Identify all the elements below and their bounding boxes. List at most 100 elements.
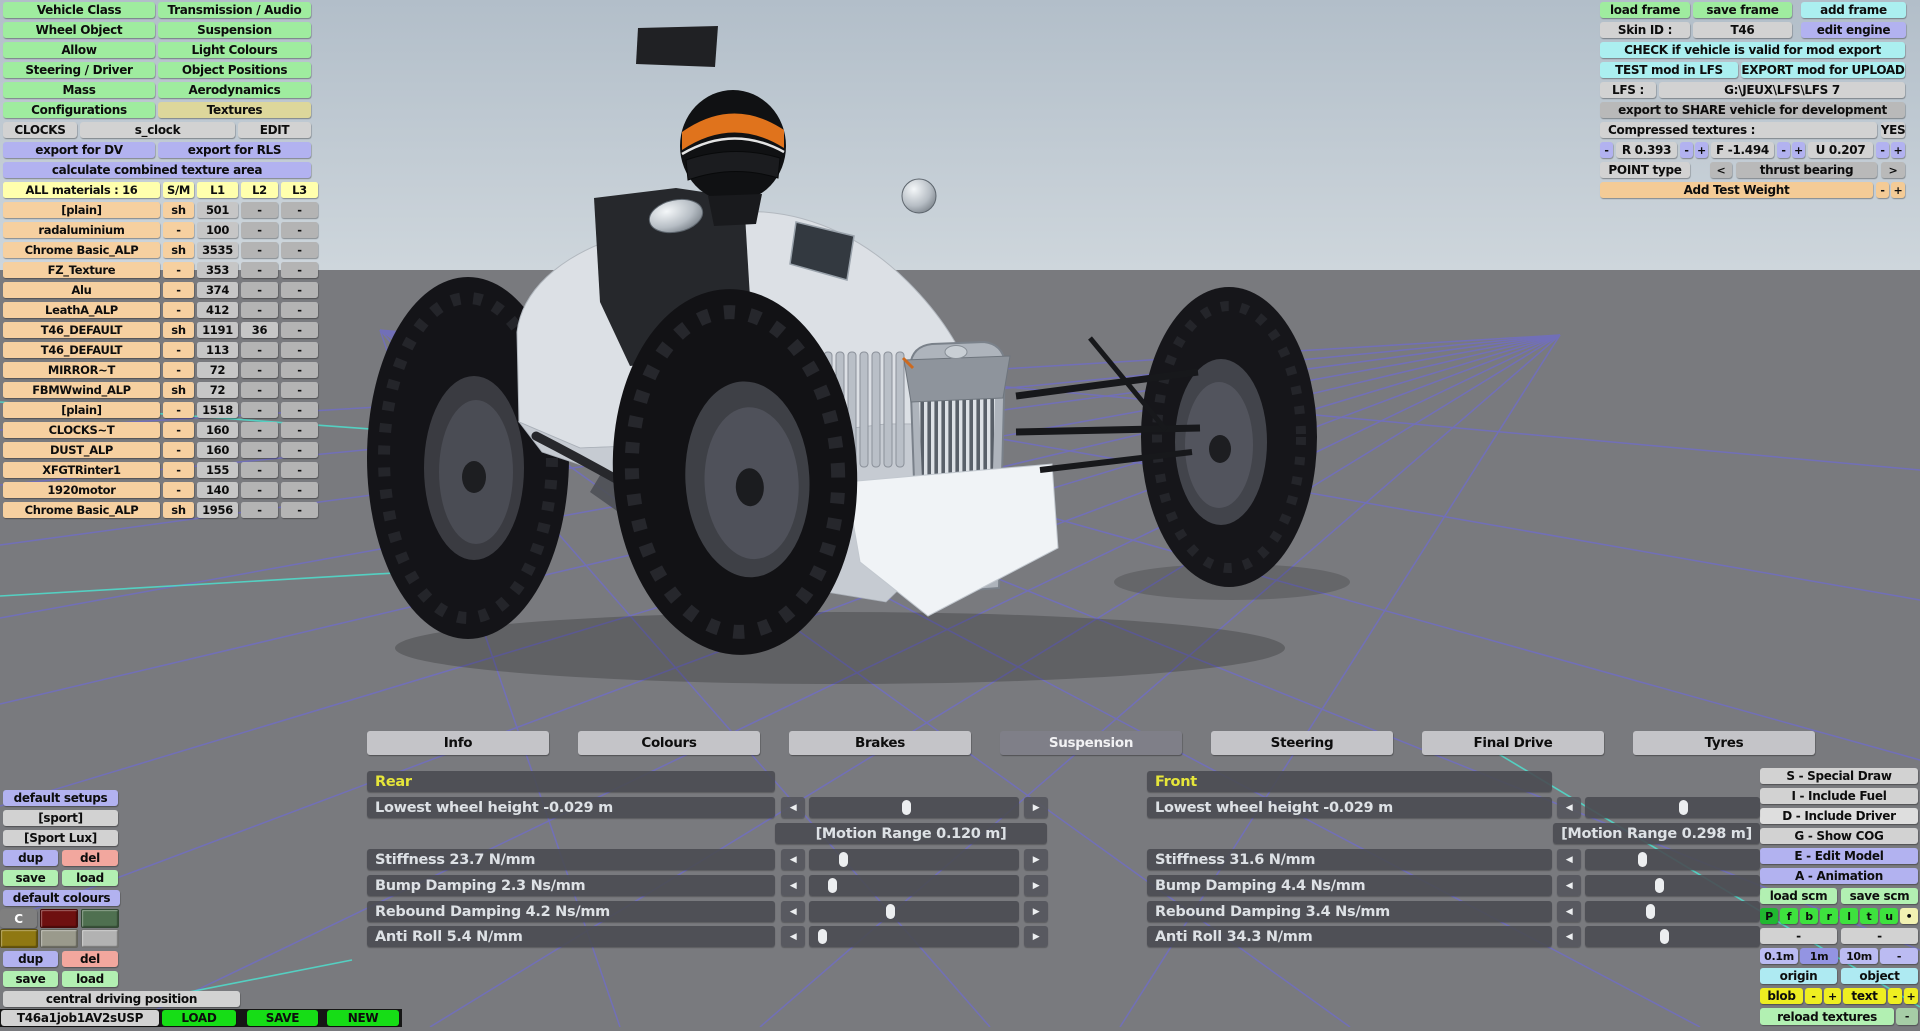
material-row-3-col-4[interactable]: - (281, 262, 318, 278)
setup-del-button[interactable]: del (62, 850, 118, 866)
r-plus-button[interactable]: + (1695, 142, 1708, 158)
load-frame-button[interactable]: load frame (1600, 2, 1690, 18)
material-row-0-col-2[interactable]: 501 (197, 202, 238, 218)
susp-front-dec-0[interactable]: ◀ (1557, 797, 1581, 818)
menu-item-textures[interactable]: Textures (158, 102, 311, 118)
show-cog-toggle[interactable]: G - Show COG (1760, 828, 1918, 844)
menu-item-object-positions[interactable]: Object Positions (158, 62, 311, 78)
material-row-11-col-1[interactable]: - (163, 422, 194, 438)
skin-id-value[interactable]: T46 (1693, 22, 1792, 38)
point-prev-button[interactable]: < (1710, 162, 1732, 178)
view-key-l[interactable]: l (1840, 908, 1858, 924)
material-row-15-col-2[interactable]: 1956 (197, 502, 238, 518)
colour-swatch-1[interactable] (81, 909, 119, 928)
material-row-6-col-2[interactable]: 1191 (197, 322, 238, 338)
setup-item-sport[interactable]: [sport] (3, 810, 118, 826)
material-row-3-col-3[interactable]: - (241, 262, 278, 278)
edit-button[interactable]: EDIT (238, 122, 311, 138)
material-row-1-col-1[interactable]: - (163, 222, 194, 238)
reload-minus-button[interactable]: - (1896, 1008, 1918, 1025)
material-row-1-col-2[interactable]: 100 (197, 222, 238, 238)
colour-c-swatch[interactable]: C (0, 909, 37, 928)
material-row-0-col-4[interactable]: - (281, 202, 318, 218)
slider-thumb[interactable] (886, 904, 896, 919)
colour-swatch-2[interactable] (0, 929, 38, 948)
grid-size-10m[interactable]: 10m (1840, 948, 1878, 964)
setup-item-sport-lux[interactable]: [Sport Lux] (3, 830, 118, 846)
save-setup-button[interactable]: SAVE (247, 1010, 318, 1026)
material-row-15-col-1[interactable]: sh (163, 502, 194, 518)
material-row-5-col-3[interactable]: - (241, 302, 278, 318)
setup-name-field[interactable]: T46a1job1AV2sUSP (1, 1010, 159, 1026)
susp-front-slider-4[interactable] (1585, 926, 1760, 947)
material-row-3-col-1[interactable]: - (163, 262, 194, 278)
material-row-9-col-3[interactable]: - (241, 382, 278, 398)
tab-info[interactable]: Info (367, 731, 549, 755)
material-row-9-col-1[interactable]: sh (163, 382, 194, 398)
material-row-4-col-4[interactable]: - (281, 282, 318, 298)
tab-steering[interactable]: Steering (1211, 731, 1393, 755)
slider-thumb[interactable] (1645, 904, 1655, 919)
material-row-4-col-2[interactable]: 374 (197, 282, 238, 298)
material-row-8-col-2[interactable]: 72 (197, 362, 238, 378)
menu-item-mass[interactable]: Mass (3, 82, 155, 98)
menu-item-vehicle-class[interactable]: Vehicle Class (3, 2, 155, 18)
slider-thumb[interactable] (1660, 929, 1669, 944)
view-key-f[interactable]: f (1780, 908, 1798, 924)
material-row-10-col-4[interactable]: - (281, 402, 318, 418)
material-row-5-col-0[interactable]: LeathA_ALP (3, 302, 160, 318)
slider-thumb[interactable] (1637, 852, 1647, 867)
material-row-8-col-1[interactable]: - (163, 362, 194, 378)
susp-rear-inc-1[interactable]: ▶ (1024, 849, 1048, 870)
colour-dup-button[interactable]: dup (3, 951, 58, 967)
material-row-10-col-3[interactable]: - (241, 402, 278, 418)
tab-tyres[interactable]: Tyres (1633, 731, 1815, 755)
material-row-2-col-3[interactable]: - (241, 242, 278, 258)
setup-dup-button[interactable]: dup (3, 850, 58, 866)
material-row-12-col-3[interactable]: - (241, 442, 278, 458)
susp-front-dec-1[interactable]: ◀ (1557, 849, 1581, 870)
susp-rear-inc-2[interactable]: ▶ (1024, 875, 1048, 896)
material-row-13-col-3[interactable]: - (241, 462, 278, 478)
point-type-value[interactable]: thrust bearing (1736, 162, 1877, 178)
material-row-13-col-1[interactable]: - (163, 462, 194, 478)
colour-save-button[interactable]: save (3, 971, 58, 987)
susp-rear-dec-4[interactable]: ◀ (781, 926, 805, 947)
material-row-0-col-0[interactable]: [plain] (3, 202, 160, 218)
susp-front-dec-2[interactable]: ◀ (1557, 875, 1581, 896)
menu-item-configurations[interactable]: Configurations (3, 102, 155, 118)
material-row-7-col-4[interactable]: - (281, 342, 318, 358)
check-vehicle-button[interactable]: CHECK if vehicle is valid for mod export (1600, 42, 1905, 58)
susp-front-slider-0[interactable] (1585, 797, 1760, 818)
susp-front-dec-4[interactable]: ◀ (1557, 926, 1581, 947)
tab-suspension[interactable]: Suspension (1000, 731, 1182, 755)
material-row-2-col-1[interactable]: sh (163, 242, 194, 258)
test-mod-button[interactable]: TEST mod in LFS (1600, 62, 1738, 78)
setup-save-button[interactable]: save (3, 870, 58, 886)
slider-thumb[interactable] (827, 878, 837, 893)
susp-rear-inc-4[interactable]: ▶ (1024, 926, 1048, 947)
blob-button[interactable]: blob (1760, 988, 1803, 1004)
load-scm-button[interactable]: load scm (1760, 888, 1837, 904)
material-row-9-col-0[interactable]: FBMWwind_ALP (3, 382, 160, 398)
susp-front-slider-2[interactable] (1585, 875, 1760, 896)
material-row-6-col-1[interactable]: sh (163, 322, 194, 338)
material-row-14-col-1[interactable]: - (163, 482, 194, 498)
export-share-button[interactable]: export to SHARE vehicle for development (1600, 102, 1905, 118)
slider-thumb[interactable] (839, 852, 849, 867)
material-row-1-col-0[interactable]: radaluminium (3, 222, 160, 238)
export-mod-button[interactable]: EXPORT mod for UPLOAD (1741, 62, 1905, 78)
material-row-2-col-2[interactable]: 3535 (197, 242, 238, 258)
material-row-14-col-0[interactable]: 1920motor (3, 482, 160, 498)
material-row-11-col-3[interactable]: - (241, 422, 278, 438)
add-test-weight-button[interactable]: Add Test Weight (1600, 182, 1873, 198)
material-row-12-col-4[interactable]: - (281, 442, 318, 458)
dash-button-1[interactable]: - (1760, 928, 1837, 944)
view-key-dot[interactable]: • (1900, 908, 1918, 924)
dash-button-2[interactable]: - (1841, 928, 1918, 944)
material-row-12-col-0[interactable]: DUST_ALP (3, 442, 160, 458)
material-row-8-col-0[interactable]: MIRROR~T (3, 362, 160, 378)
text-plus-button[interactable]: + (1904, 988, 1918, 1004)
material-row-2-col-4[interactable]: - (281, 242, 318, 258)
material-row-5-col-1[interactable]: - (163, 302, 194, 318)
